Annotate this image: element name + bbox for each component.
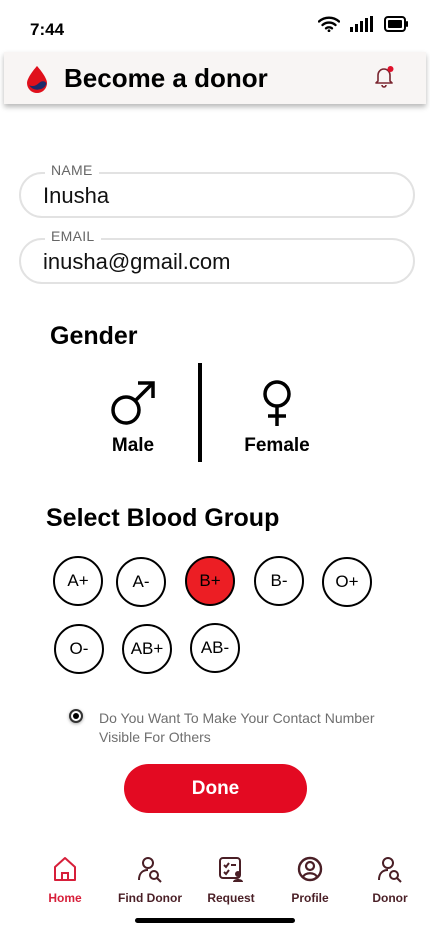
male-label: Male [111, 435, 155, 456]
notification-bell-icon[interactable] [372, 65, 396, 89]
profile-icon [297, 856, 323, 882]
donor-icon [378, 857, 402, 883]
page-title: Become a donor [64, 63, 268, 93]
blood-drop-logo-icon [27, 66, 47, 93]
blood-group-a-negative[interactable]: A- [116, 557, 166, 607]
name-field-label: NAME [45, 162, 99, 178]
done-button[interactable]: Done [124, 764, 307, 813]
female-label: Female [244, 435, 310, 456]
blood-group-title: Select Blood Group [46, 504, 280, 532]
nav-item-donor[interactable]: Donor [350, 855, 430, 905]
app-header: Become a donor [4, 52, 426, 104]
status-bar: 7:44 [0, 0, 430, 52]
female-symbol-icon [263, 380, 291, 426]
blood-group-b-positive[interactable]: B+ [185, 556, 235, 606]
nav-label-find-donor: Find Donor [118, 891, 182, 905]
blood-group-o-negative[interactable]: O- [54, 624, 104, 674]
nav-label-donor: Donor [372, 891, 408, 905]
wifi-icon [318, 16, 340, 32]
blood-group-ab-negative[interactable]: AB- [190, 623, 240, 673]
request-icon [219, 857, 243, 882]
email-field[interactable]: EMAIL inusha@gmail.com [19, 228, 415, 284]
blood-group-o-positive[interactable]: O+ [322, 557, 372, 607]
male-symbol-icon [111, 381, 155, 425]
blood-group-b-negative[interactable]: B- [254, 556, 304, 606]
name-field[interactable]: NAME Inusha [19, 162, 415, 218]
email-field-value[interactable]: inusha@gmail.com [43, 249, 230, 275]
gender-option-male[interactable]: Male [73, 378, 193, 457]
cellular-signal-icon [350, 16, 373, 32]
gender-title: Gender [50, 322, 138, 350]
nav-item-find-donor[interactable]: Find Donor [110, 855, 190, 905]
nav-label-home: Home [48, 891, 82, 905]
nav-label-request: Request [207, 891, 255, 905]
nav-item-profile[interactable]: Profile [270, 855, 350, 905]
blood-group-ab-positive[interactable]: AB+ [122, 624, 172, 674]
name-field-value[interactable]: Inusha [43, 183, 109, 209]
nav-item-home[interactable]: Home [25, 855, 105, 905]
status-time: 7:44 [30, 20, 65, 39]
blood-group-a-positive[interactable]: A+ [53, 556, 103, 606]
contact-visibility-radio[interactable] [69, 709, 83, 723]
nav-label-profile: Profile [291, 891, 329, 905]
find-donor-icon [138, 857, 162, 883]
home-icon [54, 857, 76, 881]
battery-icon [384, 16, 408, 32]
contact-visibility-label: Do You Want To Make Your Contact Number … [99, 710, 375, 745]
nav-item-request[interactable]: Request [191, 855, 271, 905]
home-indicator [135, 918, 295, 923]
gender-divider [198, 363, 202, 462]
email-field-label: EMAIL [45, 228, 101, 244]
gender-option-female[interactable]: Female [217, 378, 337, 457]
status-icons [318, 16, 408, 32]
